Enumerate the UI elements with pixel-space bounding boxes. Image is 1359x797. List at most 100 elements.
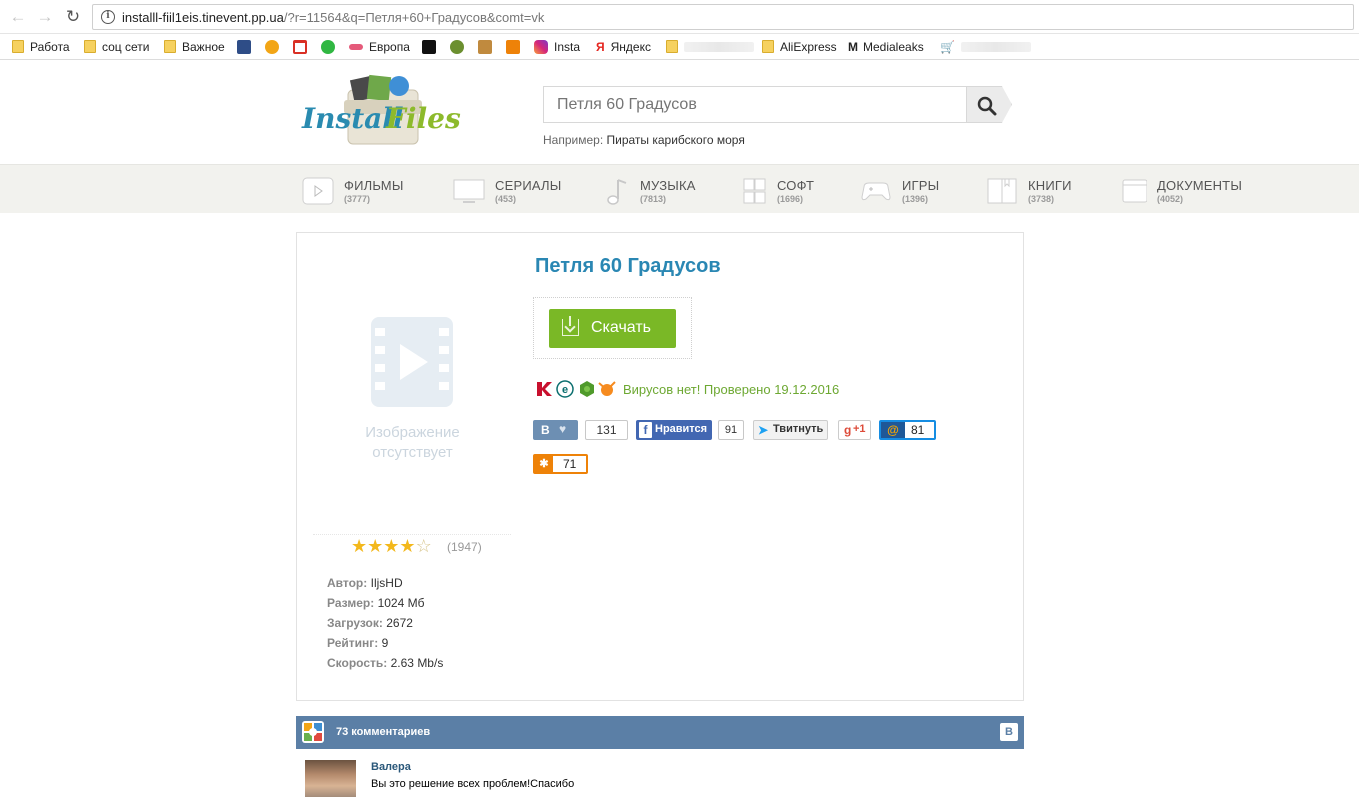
virus-check-text: Вирусов нет! Проверено 19.12.2016	[623, 382, 840, 397]
info-icon[interactable]: i	[101, 10, 115, 24]
instagram-icon	[534, 40, 548, 54]
url-path: /?r=11564&q=Петля+60+Градусов&comt=vk	[283, 10, 545, 25]
gplus-share[interactable]: g +1	[838, 420, 871, 440]
bookmark-medialeaks[interactable]: M Medialeaks	[848, 38, 924, 56]
forward-arrow-icon[interactable]: →	[35, 7, 55, 27]
gplus-button[interactable]: g +1	[838, 420, 871, 440]
bookmark-label: Работа	[30, 40, 70, 54]
folder-icon	[762, 40, 774, 53]
installfiles-logo[interactable]: Install Files	[300, 72, 475, 150]
category-nav: ФИЛЬМЫ (3777) СЕРИАЛЫ (453) МУЗЫКА (7813…	[0, 164, 1359, 213]
odnoklassniki-icon	[506, 40, 520, 54]
cart-icon: 🛒	[940, 40, 955, 54]
category-label: КНИГИ	[1028, 178, 1072, 193]
meta-value: 9	[381, 636, 389, 650]
kaspersky-icon	[537, 382, 552, 396]
meta-key: Загрузок:	[327, 616, 383, 630]
mailru-share[interactable]: @ 81	[879, 420, 936, 440]
ok-share[interactable]: ✱ 71	[533, 454, 588, 474]
bug-icon	[450, 40, 464, 54]
meta-value: 1024 Мб	[377, 596, 425, 610]
star-full-icon[interactable]: ★	[351, 537, 367, 555]
star-full-icon[interactable]: ★	[399, 537, 415, 555]
facebook-icon: f	[639, 422, 652, 438]
comments-header: 73 комментариев В	[296, 716, 1024, 749]
rating-votes: (1947)	[447, 540, 482, 554]
meta-value: 2.63 Mb/s	[390, 656, 444, 670]
windows-icon	[743, 178, 766, 204]
bookmark-box[interactable]	[478, 38, 498, 56]
mail-at-icon: @	[881, 422, 905, 438]
bookmark-black[interactable]	[422, 38, 442, 56]
gamepad-icon	[861, 182, 891, 201]
bookmark-evropa[interactable]: Европа	[349, 38, 410, 56]
category-count: (3738)	[1028, 194, 1055, 204]
bookmark-cart[interactable]: 🛒	[940, 38, 1031, 56]
category-label: ДОКУМЕНТЫ	[1157, 178, 1243, 193]
star-empty-icon[interactable]: ☆	[416, 537, 432, 555]
hint-example-link[interactable]: Пираты карибского моря	[607, 133, 745, 147]
svg-text:e: e	[562, 384, 568, 396]
ok-button[interactable]: ✱ 71	[533, 454, 588, 474]
no-image-text: Изображение отсутствует	[365, 424, 460, 461]
meta-speed: Скорость: 2.63 Mb/s	[327, 653, 443, 673]
blurred-label	[684, 42, 754, 52]
meta-value: 2672	[386, 616, 413, 630]
medialeaks-icon: M	[848, 40, 858, 54]
bookmark-bug[interactable]	[450, 38, 470, 56]
category-label: ФИЛЬМЫ	[344, 178, 404, 193]
bookmark-aliexpress[interactable]: AliExpress	[762, 38, 837, 56]
drweb-icon	[580, 381, 594, 397]
bookmark-vazhnoe[interactable]: Важное	[164, 38, 225, 56]
bookmark-label: Европа	[369, 40, 410, 54]
bookmark-video[interactable]	[237, 38, 257, 56]
bookmark-hidden-1[interactable]	[666, 38, 754, 56]
url-text[interactable]: installl-fiil1eis.tinevent.pp.ua/?r=1156…	[122, 10, 544, 25]
search-input[interactable]	[544, 87, 967, 122]
meta-downloads: Загрузок: 2672	[327, 613, 443, 633]
facebook-like-button[interactable]: f Нравится	[636, 420, 712, 440]
vk-badge-icon[interactable]: В	[1000, 723, 1018, 741]
twitter-share[interactable]: ➤ Твитнуть	[753, 420, 828, 440]
vk-letter: В	[541, 423, 550, 437]
search-icon	[977, 96, 997, 116]
folder-doc-icon	[1122, 179, 1147, 203]
category-label: МУЗЫКА	[640, 178, 696, 193]
bookmark-rabota[interactable]: Работа	[12, 38, 70, 56]
bookmark-insta[interactable]: Insta	[534, 38, 580, 56]
vk-share-button[interactable]: В ♥	[533, 420, 578, 440]
bookmark-gmail[interactable]	[293, 38, 313, 56]
facebook-share[interactable]: f Нравится 91	[636, 420, 744, 440]
category-count: (7813)	[640, 194, 667, 204]
bookmark-ok[interactable]	[506, 38, 526, 56]
comment-author[interactable]: Валера	[371, 761, 411, 773]
vk-share[interactable]: В ♥ 131	[533, 420, 628, 440]
avatar[interactable]	[305, 760, 356, 797]
bookmark-soc-seti[interactable]: соц сети	[84, 38, 150, 56]
folder-icon	[666, 40, 678, 53]
star-full-icon[interactable]: ★	[383, 537, 399, 555]
address-bar[interactable]: i installl-fiil1eis.tinevent.pp.ua/?r=11…	[92, 4, 1354, 30]
mailru-button[interactable]: @ 81	[879, 420, 936, 440]
download-button[interactable]: Скачать	[549, 309, 676, 348]
search-box	[543, 86, 967, 123]
meta-key: Размер:	[327, 596, 375, 610]
comments-logo-icon	[302, 721, 324, 743]
blurred-label	[960, 42, 1031, 52]
tv-icon	[453, 179, 485, 203]
facebook-like-label: Нравится	[655, 423, 708, 435]
bookmark-mail-at[interactable]	[265, 38, 285, 56]
reload-icon[interactable]: ↻	[63, 7, 83, 27]
mail-at-icon	[265, 40, 279, 54]
bookmark-label: соц сети	[102, 40, 150, 54]
box-icon	[478, 40, 492, 54]
rating-stars[interactable]: ★★★★☆	[351, 537, 432, 555]
tweet-button[interactable]: ➤ Твитнуть	[753, 420, 828, 440]
bookmark-whatsapp[interactable]	[321, 38, 341, 56]
back-arrow-icon[interactable]: ←	[8, 7, 28, 27]
bookmark-yandex[interactable]: Я Яндекс	[596, 38, 651, 56]
eset-icon: e	[556, 380, 574, 398]
bookmark-label: AliExpress	[780, 40, 837, 54]
star-full-icon[interactable]: ★	[367, 537, 383, 555]
bookmark-label: Insta	[554, 40, 581, 54]
